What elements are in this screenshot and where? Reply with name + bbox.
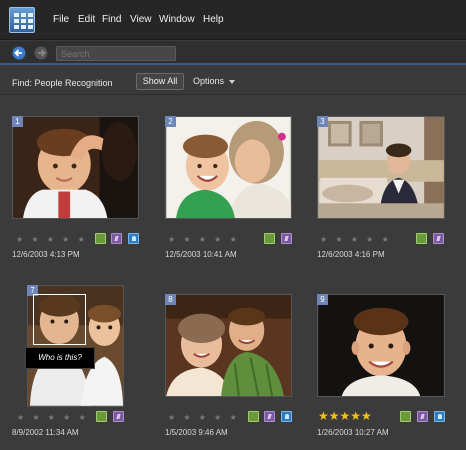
people-tag-icon[interactable] — [113, 411, 124, 422]
people-tag-icon[interactable] — [417, 411, 428, 422]
show-all-button[interactable]: Show All — [136, 73, 184, 90]
navigation-bar — [0, 41, 466, 65]
star-rating[interactable]: ★ ★ ★ ★ ★ — [17, 413, 89, 422]
photo-date: 12/5/2003 10:41 AM — [165, 250, 237, 259]
category-tag-green-icon[interactable] — [416, 233, 427, 244]
find-label: Find: People Recognition — [12, 78, 113, 88]
photo-thumbnail[interactable] — [12, 116, 139, 219]
search-input[interactable] — [56, 46, 176, 61]
category-tag-green-icon[interactable] — [96, 411, 107, 422]
photo-thumbnail[interactable] — [165, 116, 292, 219]
options-dropdown[interactable]: Options — [193, 76, 236, 86]
options-label: Options — [193, 76, 225, 86]
back-arrow-icon[interactable] — [11, 46, 27, 60]
caret-down-icon — [229, 79, 236, 84]
photo-date: 8/9/2002 11:34 AM — [12, 428, 79, 437]
person-tag-icon[interactable] — [434, 411, 445, 422]
category-tag-green-icon[interactable] — [95, 233, 106, 244]
photo-date: 1/5/2003 9:46 AM — [165, 428, 228, 437]
menu-find[interactable]: Find — [102, 14, 121, 25]
photo-thumbnail[interactable] — [317, 116, 445, 219]
person-tag-icon[interactable] — [281, 411, 292, 422]
menu-window[interactable]: Window — [159, 14, 195, 25]
photo-number-badge: 9 — [317, 294, 328, 305]
menu-file[interactable]: File — [53, 14, 69, 25]
photo-number-badge: 3 — [317, 116, 328, 127]
star-rating[interactable]: ★ ★ ★ ★ ★ — [320, 235, 392, 244]
organizer-app-icon[interactable] — [9, 7, 35, 33]
category-tag-green-icon[interactable] — [264, 233, 275, 244]
photo-date: 12/6/2003 4:16 PM — [317, 250, 385, 259]
star-rating[interactable]: ★★★★★ — [318, 409, 372, 423]
photo-date: 1/26/2003 10:27 AM — [317, 428, 389, 437]
menu-view[interactable]: View — [130, 14, 152, 25]
photo-date: 12/6/2003 4:13 PM — [12, 250, 80, 259]
photo-number-badge: 2 — [165, 116, 176, 127]
star-rating[interactable]: ★ ★ ★ ★ ★ — [16, 235, 88, 244]
category-tag-green-icon[interactable] — [400, 411, 411, 422]
photo-number-badge: 8 — [165, 294, 176, 305]
menu-bar: File Edit Find View Window Help — [0, 0, 466, 40]
photo-number-badge: 1 — [12, 116, 23, 127]
face-recognition-box[interactable] — [33, 294, 86, 345]
photo-thumbnail[interactable] — [317, 294, 445, 397]
person-tag-icon[interactable] — [128, 233, 139, 244]
find-bar: Find: People Recognition Show All Option… — [0, 67, 466, 95]
people-tag-icon[interactable] — [111, 233, 122, 244]
star-rating[interactable]: ★ ★ ★ ★ ★ — [168, 235, 240, 244]
menu-edit[interactable]: Edit — [78, 14, 95, 25]
photo-thumbnail[interactable] — [165, 294, 292, 397]
people-tag-icon[interactable] — [281, 233, 292, 244]
category-tag-green-icon[interactable] — [248, 411, 259, 422]
who-is-this-input[interactable]: Who is this? — [25, 347, 95, 369]
star-rating[interactable]: ★ ★ ★ ★ ★ — [168, 413, 240, 422]
menu-help[interactable]: Help — [203, 14, 224, 25]
people-tag-icon[interactable] — [433, 233, 444, 244]
forward-arrow-icon[interactable] — [33, 46, 49, 60]
people-tag-icon[interactable] — [264, 411, 275, 422]
